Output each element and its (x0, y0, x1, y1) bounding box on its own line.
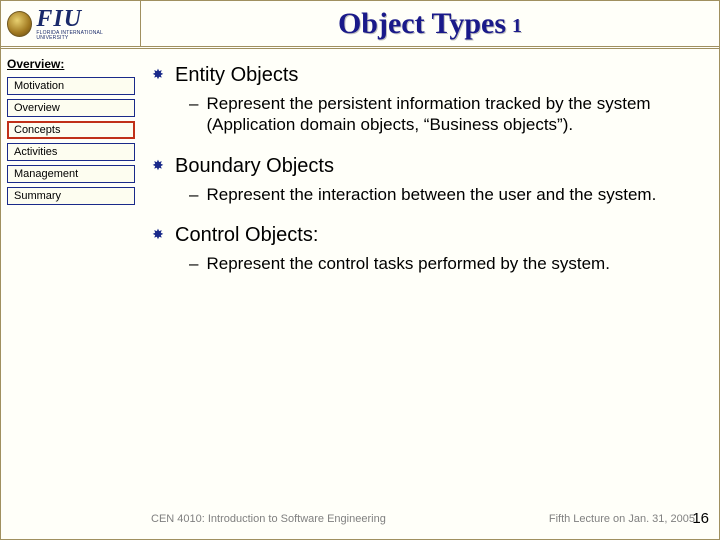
bullet-star-icon: ✸ (151, 223, 165, 245)
sidebar-item-summary[interactable]: Summary (7, 187, 135, 205)
bullet: ✸ Entity Objects (151, 63, 695, 87)
dash-icon: – (189, 184, 198, 205)
page-number: 16 (692, 510, 709, 527)
content: ✸Entity Objects–Represent the persistent… (141, 49, 719, 539)
footer: CEN 4010: Introduction to Software Engin… (151, 513, 695, 525)
bullet-text: Control Objects: (175, 223, 318, 247)
bullet: ✸ Boundary Objects (151, 154, 695, 178)
sidebar-heading: Overview: (7, 57, 135, 71)
sub-bullet: –Represent the persistent information tr… (189, 93, 695, 136)
dash-icon: – (189, 253, 198, 274)
sidebar-item-motivation[interactable]: Motivation (7, 77, 135, 95)
sub-bullet-text: Represent the interaction between the us… (206, 184, 656, 205)
page-title-index: 1 (512, 15, 522, 38)
bullet-text: Boundary Objects (175, 154, 334, 178)
sidebar-item-concepts[interactable]: Concepts (7, 121, 135, 139)
footer-lecture: Fifth Lecture on Jan. 31, 2005 (549, 513, 695, 525)
bullet: ✸ Control Objects: (151, 223, 695, 247)
sub-bullet-text: Represent the control tasks performed by… (206, 253, 609, 274)
logo-acronym: FIU (36, 7, 134, 31)
page-title: Object Types (338, 7, 506, 41)
title-area: Object Types 1 (141, 1, 719, 46)
bullet-text: Entity Objects (175, 63, 298, 87)
logo-text: FIU FLORIDA INTERNATIONAL UNIVERSITY (36, 7, 134, 41)
dash-icon: – (189, 93, 198, 136)
sub-bullet-text: Represent the persistent information tra… (206, 93, 695, 136)
sidebar-item-overview[interactable]: Overview (7, 99, 135, 117)
sub-bullet: –Represent the interaction between the u… (189, 184, 695, 205)
bullet-star-icon: ✸ (151, 63, 165, 85)
body: Overview: Motivation Overview Concepts Acti… (1, 49, 719, 539)
sidebar-item-management[interactable]: Management (7, 165, 135, 183)
bullet-star-icon: ✸ (151, 154, 165, 176)
header-bar: FIU FLORIDA INTERNATIONAL UNIVERSITY Obj… (1, 1, 719, 49)
university-seal-icon (7, 11, 32, 37)
sidebar-item-activities[interactable]: Activities (7, 143, 135, 161)
sub-bullet: –Represent the control tasks performed b… (189, 253, 695, 274)
sidebar: Overview: Motivation Overview Concepts Acti… (1, 49, 141, 539)
logo: FIU FLORIDA INTERNATIONAL UNIVERSITY (1, 1, 141, 47)
logo-fullname: FLORIDA INTERNATIONAL UNIVERSITY (36, 31, 134, 41)
footer-course: CEN 4010: Introduction to Software Engin… (151, 513, 386, 525)
